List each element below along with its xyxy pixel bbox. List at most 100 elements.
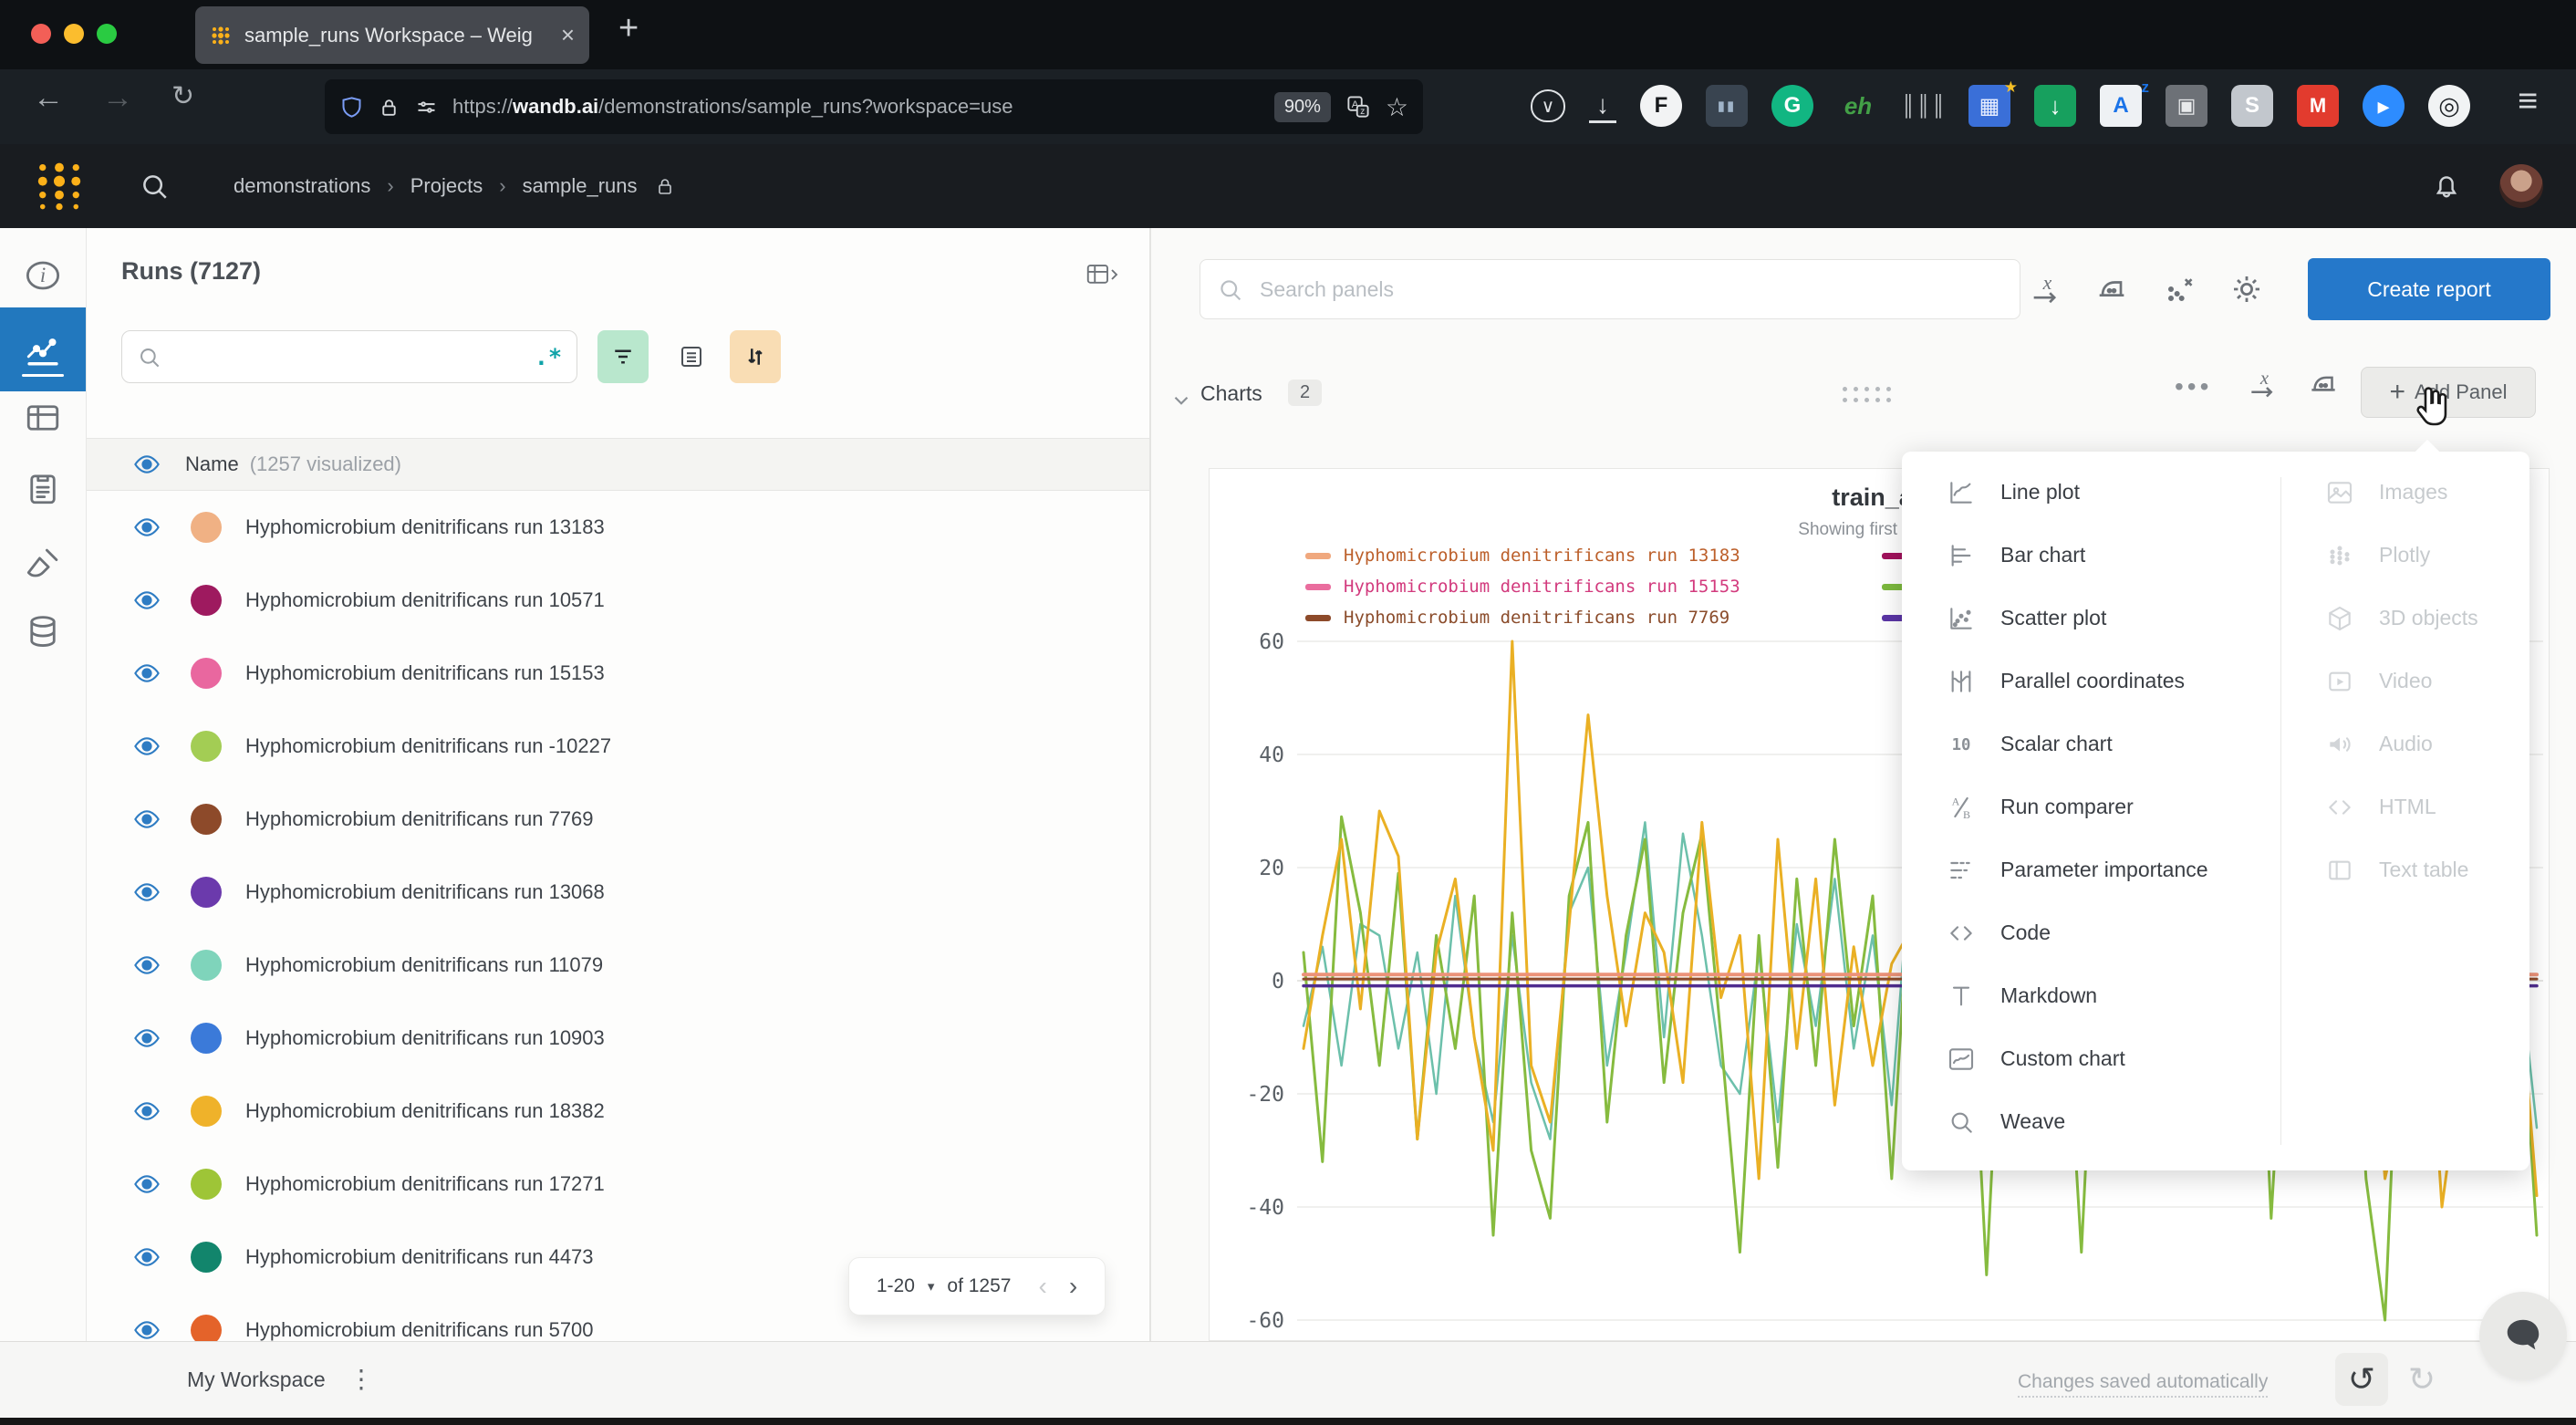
back-button[interactable]: ← [33,80,64,116]
help-chat-button[interactable] [2479,1292,2567,1379]
outliers-icon[interactable] [2159,268,2201,310]
visibility-eye-icon[interactable] [132,513,161,542]
visibility-eye-icon[interactable] [132,1316,161,1341]
clock-extension-icon[interactable]: ◎ [2428,85,2470,127]
global-search-icon[interactable] [139,171,170,202]
sheets-extension-icon[interactable]: ▦★ [1968,85,2010,127]
grammarly-icon[interactable]: G [1771,85,1813,127]
breadcrumb-item-demonstrations[interactable]: demonstrations [234,174,370,198]
run-row[interactable]: Hyphomicrobium denitrificans run 10903 [87,1002,1149,1075]
url-bar[interactable]: https://wandb.ai/demonstrations/sample_r… [325,79,1423,134]
visibility-eye-icon[interactable] [132,878,161,907]
workspace-kebab-icon[interactable]: ⋮ [348,1364,374,1394]
run-row[interactable]: Hyphomicrobium denitrificans run 13068 [87,856,1149,929]
menu-item-parameter-importance[interactable]: Parameter importance [1902,838,2280,901]
rail-item-line-chart-icon[interactable] [0,307,86,391]
visibility-eye-icon[interactable] [132,1024,161,1053]
browser-tab[interactable]: sample_runs Workspace – Weig × [195,6,589,64]
breadcrumb-item-sample_runs[interactable]: sample_runs [523,174,638,198]
menu-item-markdown[interactable]: Markdown [1902,964,2280,1027]
runs-search-input[interactable] [171,344,525,369]
page-range[interactable]: 1-20 [877,1275,915,1297]
menu-item-run-comparer[interactable]: AB Run comparer [1902,775,2280,838]
drag-handle-icon[interactable] [1843,387,1891,402]
download-icon[interactable]: ↓ [1589,88,1616,123]
menu-item-scalar-chart[interactable]: 10 Scalar chart [1902,712,2280,775]
runs-table-header[interactable]: Name (1257 visualized) [87,438,1149,491]
prev-page-button[interactable]: ‹ [1038,1272,1046,1301]
redo-button[interactable]: ↻ [2395,1353,2448,1406]
extension-f-icon[interactable]: F [1640,85,1682,127]
video-extension-icon[interactable]: ▸ [2363,85,2405,127]
run-row[interactable]: Hyphomicrobium denitrificans run 7769 [87,783,1149,856]
permissions-icon[interactable] [414,95,439,120]
group-list-button[interactable] [666,330,717,383]
translate-extension-icon[interactable]: Az [2100,85,2142,127]
s-extension-icon[interactable]: S [2231,85,2273,127]
visibility-eye-icon[interactable] [132,659,161,688]
fence-extension-icon[interactable]: ║║║ [1903,85,1945,127]
run-row[interactable]: Hyphomicrobium denitrificans run 10571 [87,564,1149,637]
rail-item-info-icon[interactable]: i [0,243,86,308]
bookmark-star-icon[interactable]: ☆ [1386,92,1408,122]
panel-search-box[interactable] [1200,259,2020,319]
avatar[interactable] [2499,164,2543,208]
section-chevron-down-icon[interactable] [1169,389,1193,412]
menu-item-parallel-coordinates[interactable]: Parallel coordinates [1902,650,2280,712]
menu-item-scatter-plot[interactable]: Scatter plot [1902,587,2280,650]
run-row[interactable]: Hyphomicrobium denitrificans run 13183 [87,491,1149,564]
zoom-level-badge[interactable]: 90% [1274,92,1331,122]
pocket-icon[interactable]: ∨ [1531,89,1565,122]
menu-item-line-plot[interactable]: Line plot [1902,461,2280,524]
filter-button[interactable] [597,330,649,383]
visibility-eye-icon[interactable] [132,1097,161,1126]
sort-button[interactable] [730,330,781,383]
translate-icon[interactable]: Az [1345,93,1372,120]
window-extension-icon[interactable]: ▮▮ [1706,85,1748,127]
reload-button[interactable]: ↻ [171,80,194,112]
panel-search-input[interactable] [1258,276,2003,303]
runs-search-box[interactable]: .* [121,330,577,383]
breadcrumb-item-Projects[interactable]: Projects [410,174,483,198]
expand-table-icon[interactable] [1084,261,1122,288]
next-page-button[interactable]: › [1069,1272,1077,1301]
regex-toggle-icon[interactable]: .* [535,344,562,370]
workspace-name[interactable]: My Workspace [187,1368,326,1392]
visibility-eye-icon[interactable] [132,1243,161,1272]
new-tab-button[interactable]: + [618,9,639,48]
page-size-caret-icon[interactable]: ▾ [928,1278,935,1295]
close-window-button[interactable] [31,24,51,44]
visibility-eye-icon[interactable] [132,450,161,479]
section-smoothing-icon[interactable] [2302,363,2344,405]
menu-item-bar-chart[interactable]: Bar chart [1902,524,2280,587]
wandb-logo[interactable] [31,160,88,213]
notifications-bell-icon[interactable] [2430,170,2463,203]
rail-item-clipboard-icon[interactable] [0,455,86,521]
visibility-eye-icon[interactable] [132,951,161,980]
panel-smoothing-icon[interactable] [2091,268,2133,310]
menu-item-code[interactable]: Code [1902,901,2280,964]
visibility-eye-icon[interactable] [132,1170,161,1199]
rail-item-database-icon[interactable] [0,598,86,664]
lock-icon[interactable] [378,96,400,119]
run-row[interactable]: Hyphomicrobium denitrificans run 17271 [87,1148,1149,1221]
shield-icon[interactable] [339,95,364,120]
zoom-window-button[interactable] [97,24,117,44]
run-row[interactable]: Hyphomicrobium denitrificans run 15153 [87,637,1149,710]
create-report-button[interactable]: Create report [2308,258,2550,320]
section-overflow-menu-icon[interactable]: ••• [2175,372,2212,401]
close-tab-icon[interactable]: × [561,21,575,49]
visibility-eye-icon[interactable] [132,805,161,834]
minimize-window-button[interactable] [64,24,84,44]
arrow-extension-icon[interactable]: ↓ [2034,85,2076,127]
run-row[interactable]: Hyphomicrobium denitrificans run 18382 [87,1075,1149,1148]
charts-section-title[interactable]: Charts [1200,381,1262,406]
rail-item-broom-icon[interactable] [0,531,86,597]
run-row[interactable]: Hyphomicrobium denitrificans run 11079 [87,929,1149,1002]
browser-menu-icon[interactable]: ≡ [2518,82,2538,121]
forward-button[interactable]: → [102,80,133,116]
undo-button[interactable]: ↺ [2335,1353,2388,1406]
rail-item-table-icon[interactable] [0,385,86,451]
visibility-eye-icon[interactable] [132,586,161,615]
run-row[interactable]: Hyphomicrobium denitrificans run -10227 [87,710,1149,783]
